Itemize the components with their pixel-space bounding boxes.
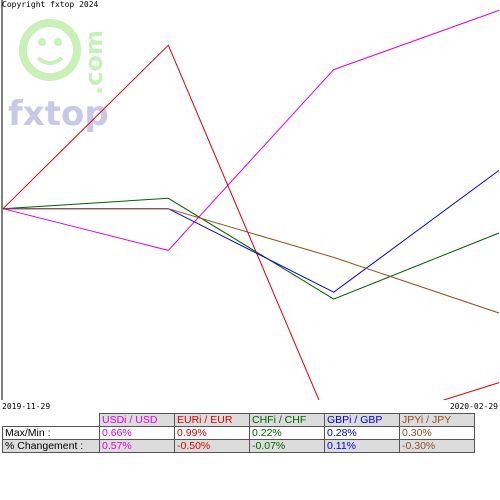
- smiley-face-icon: [19, 19, 81, 81]
- smiley-eye-right: [54, 38, 62, 46]
- stats-header-cell: EURi / EUR: [174, 413, 250, 427]
- watermark-logo: fxtop .com: [8, 19, 109, 134]
- stats-cell: -0.50%: [174, 439, 250, 453]
- stats-header-cell: JPYi / JPY: [399, 413, 475, 427]
- series-line-jpyi: [3, 208, 500, 314]
- stats-cell: 0.28%: [324, 426, 400, 440]
- series-layer: [2, 9, 500, 400]
- stats-header-cell: USDi / USD: [99, 413, 175, 427]
- stats-row-change: % Changement : 0.57% -0.50% -0.07% 0.11%…: [2, 439, 475, 453]
- stats-header-cell: GBPi / GBP: [324, 413, 400, 427]
- series-line-gbpi: [3, 169, 500, 293]
- stats-row-label: Max/Min :: [2, 426, 100, 440]
- stats-table: USDi / USD EURi / EUR CHFi / CHF GBPi / …: [2, 413, 475, 453]
- stats-row-maxmin: Max/Min : 0.66% 0.99% 0.22% 0.28% 0.30%: [2, 426, 475, 440]
- smiley-eye-left: [38, 38, 46, 46]
- x-axis-start-label: 2019-11-29: [2, 402, 51, 411]
- stats-cell: -0.07%: [249, 439, 325, 453]
- stats-cell: 0.66%: [99, 426, 175, 440]
- line-chart: fxtop .com: [1, 0, 500, 400]
- stats-header-row: USDi / USD EURi / EUR CHFi / CHF GBPi / …: [3, 413, 475, 427]
- smiley-mouth: [36, 56, 64, 65]
- stats-corner-cell: [3, 414, 100, 427]
- stats-cell: 0.11%: [324, 439, 400, 453]
- stats-header-cell: CHFi / CHF: [249, 413, 325, 427]
- stats-cell: 0.22%: [249, 426, 325, 440]
- series-line-chfi: [2, 197, 500, 300]
- stats-cell: 0.30%: [399, 426, 475, 440]
- stats-cell: 0.57%: [99, 439, 175, 453]
- stats-cell: 0.99%: [174, 426, 250, 440]
- x-axis-end-label: 2020-02-29: [449, 402, 498, 411]
- watermark-tld: .com: [80, 30, 108, 95]
- stats-cell: -0.30%: [399, 439, 475, 453]
- watermark-brand: fxtop: [8, 94, 109, 134]
- stats-row-label: % Changement :: [2, 439, 100, 453]
